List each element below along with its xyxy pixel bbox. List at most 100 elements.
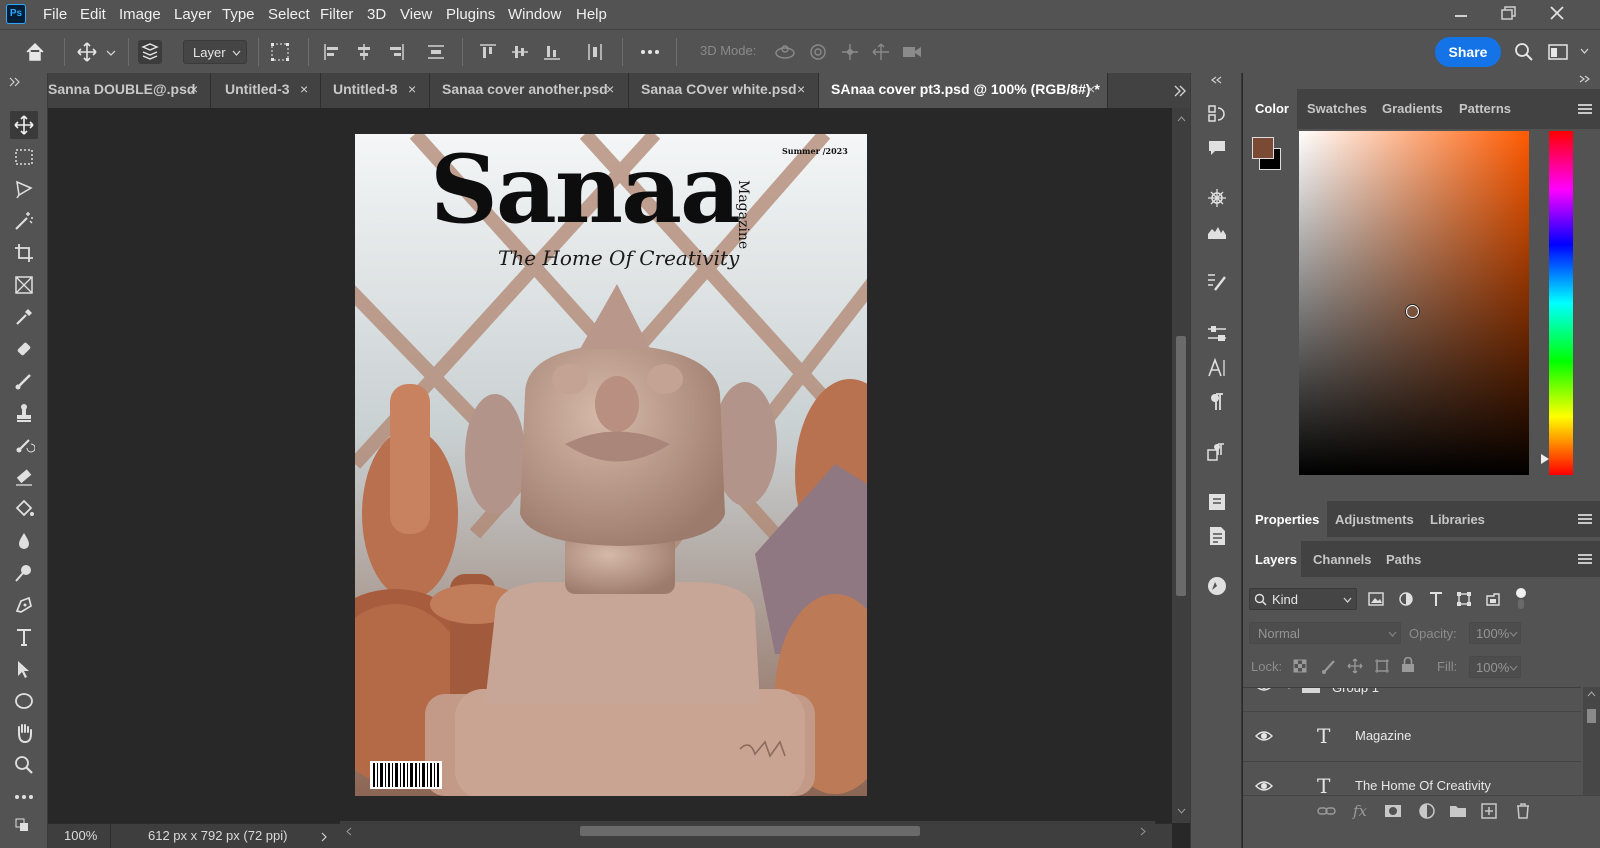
menu-select[interactable]: Select bbox=[268, 6, 310, 23]
navigator-panel-button[interactable] bbox=[1203, 573, 1231, 599]
link-layers-icon[interactable] bbox=[1317, 805, 1337, 817]
lock-transparent-icon[interactable] bbox=[1293, 659, 1307, 673]
frame-tool[interactable] bbox=[10, 271, 38, 299]
restore-button[interactable] bbox=[1484, 2, 1530, 26]
chevron-down-icon[interactable] bbox=[1285, 687, 1293, 690]
home-button[interactable] bbox=[23, 40, 47, 64]
layer-effects-icon[interactable]: fx bbox=[1353, 802, 1367, 820]
blend-mode-dropdown[interactable]: Normal bbox=[1249, 622, 1401, 644]
workspace-button[interactable] bbox=[1546, 40, 1570, 64]
move-tool[interactable] bbox=[10, 111, 38, 139]
menu-image[interactable]: Image bbox=[119, 6, 161, 23]
close-window-button[interactable] bbox=[1534, 2, 1580, 26]
lock-position-icon[interactable] bbox=[1347, 658, 1363, 674]
layer-name[interactable]: The Home Of Creativity bbox=[1355, 778, 1491, 793]
more-options-button[interactable] bbox=[638, 40, 662, 64]
menu-filter[interactable]: Filter bbox=[320, 6, 353, 23]
hue-slider-handle-icon[interactable] bbox=[1541, 454, 1549, 464]
trash-icon[interactable] bbox=[1515, 802, 1531, 820]
search-button[interactable] bbox=[1512, 40, 1536, 64]
tab-document[interactable]: Sanaa cover another.psd × bbox=[430, 73, 629, 108]
minimize-button[interactable] bbox=[1438, 2, 1484, 26]
document-canvas[interactable]: Sanaa Magazine The Home Of Creativity Su… bbox=[355, 134, 867, 796]
color-picker-field[interactable] bbox=[1299, 131, 1529, 475]
tab-close-icon[interactable]: × bbox=[1087, 81, 1095, 97]
panel-menu-icon[interactable] bbox=[1578, 104, 1592, 114]
lock-artboard-icon[interactable] bbox=[1374, 658, 1390, 674]
adjustment-layer-icon[interactable] bbox=[1418, 802, 1436, 820]
fill-input[interactable]: 100% bbox=[1469, 656, 1521, 678]
3d-camera-button[interactable] bbox=[900, 40, 924, 64]
color-swatches-tool[interactable] bbox=[10, 816, 38, 838]
scroll-right-icon[interactable] bbox=[1140, 827, 1146, 836]
3d-slide-button[interactable] bbox=[869, 40, 893, 64]
zoom-tool[interactable] bbox=[10, 751, 38, 779]
layer-filter-dropdown[interactable]: Kind bbox=[1249, 588, 1357, 610]
menu-3d[interactable]: 3D bbox=[367, 6, 386, 23]
layer-row[interactable]: T The Home Of Creativity bbox=[1243, 762, 1581, 795]
paragraph-panel-button[interactable] bbox=[1203, 389, 1231, 415]
align-left-button[interactable] bbox=[320, 40, 344, 64]
layers-scrollbar[interactable] bbox=[1583, 687, 1600, 795]
menu-view[interactable]: View bbox=[400, 6, 432, 23]
collapse-icon[interactable] bbox=[1211, 76, 1223, 84]
tab-close-icon[interactable]: × bbox=[408, 81, 416, 97]
menu-help[interactable]: Help bbox=[576, 6, 607, 23]
layer-row[interactable]: T Magazine bbox=[1243, 712, 1581, 762]
lock-all-icon[interactable] bbox=[1401, 657, 1415, 673]
layer-name[interactable]: Magazine bbox=[1355, 728, 1411, 743]
eyedropper-tool[interactable] bbox=[10, 303, 38, 331]
paragraph-styles-button[interactable] bbox=[1203, 439, 1231, 465]
pen-tool[interactable] bbox=[10, 591, 38, 619]
crop-tool[interactable] bbox=[10, 239, 38, 267]
zoom-level[interactable]: 100% bbox=[64, 828, 97, 843]
tool-presets-button[interactable] bbox=[1203, 321, 1231, 347]
filter-toggle-icon[interactable] bbox=[1515, 587, 1527, 611]
transform-controls-toggle[interactable] bbox=[268, 40, 292, 64]
tab-document[interactable]: Untitled-3 × bbox=[211, 73, 321, 108]
auto-select-toggle[interactable] bbox=[138, 40, 162, 64]
smart-object-filter-icon[interactable] bbox=[1485, 591, 1501, 607]
tab-document-active[interactable]: SAnaa cover pt3.psd @ 100% (RGB/8#) * × bbox=[819, 73, 1108, 108]
path-selection-tool[interactable] bbox=[10, 655, 38, 683]
align-center-h-button[interactable] bbox=[352, 40, 376, 64]
auto-select-dropdown[interactable]: Layer bbox=[183, 40, 247, 64]
tab-close-icon[interactable]: × bbox=[190, 81, 198, 97]
align-bottom-button[interactable] bbox=[540, 40, 564, 64]
tab-document[interactable]: Sanaa COver white.psd × bbox=[629, 73, 819, 108]
eraser-tool[interactable] bbox=[10, 463, 38, 491]
hue-slider[interactable] bbox=[1541, 131, 1573, 475]
3d-roll-button[interactable] bbox=[806, 40, 830, 64]
type-layer-filter-icon[interactable] bbox=[1428, 591, 1444, 607]
adjustment-layer-filter-icon[interactable] bbox=[1398, 591, 1414, 607]
histogram-panel-button[interactable] bbox=[1203, 219, 1231, 245]
move-tool-options[interactable] bbox=[75, 40, 99, 64]
tab-close-icon[interactable]: × bbox=[300, 81, 308, 97]
visibility-eye-icon[interactable] bbox=[1255, 779, 1273, 793]
3d-pan-button[interactable] bbox=[838, 40, 862, 64]
scroll-left-icon[interactable] bbox=[346, 827, 352, 836]
menu-layer[interactable]: Layer bbox=[174, 6, 212, 23]
history-brush-tool[interactable] bbox=[10, 431, 38, 459]
libraries-panel-button[interactable] bbox=[1203, 489, 1231, 515]
layer-row-group[interactable]: Group 1 bbox=[1243, 687, 1581, 712]
menu-type[interactable]: Type bbox=[222, 6, 255, 23]
menu-file[interactable]: File bbox=[43, 6, 67, 23]
tab-color[interactable]: Color bbox=[1255, 101, 1289, 116]
tab-close-icon[interactable]: × bbox=[797, 81, 805, 97]
clone-stamp-tool[interactable] bbox=[10, 399, 38, 427]
ellipse-tool[interactable] bbox=[10, 687, 38, 715]
document-info[interactable]: 612 px x 792 px (72 ppi) bbox=[148, 828, 287, 843]
new-group-icon[interactable] bbox=[1449, 804, 1467, 818]
chevron-down-icon[interactable] bbox=[106, 50, 116, 56]
tab-adjustments[interactable]: Adjustments bbox=[1335, 512, 1414, 527]
notes-panel-button[interactable] bbox=[1203, 523, 1231, 549]
tab-patterns[interactable]: Patterns bbox=[1459, 101, 1511, 116]
history-panel-button[interactable] bbox=[1203, 101, 1231, 127]
pixel-layer-filter-icon[interactable] bbox=[1368, 592, 1384, 606]
tab-document[interactable]: Sanna DOUBLE@.psd × bbox=[48, 73, 211, 108]
paint-bucket-tool[interactable] bbox=[10, 495, 38, 523]
tab-close-icon[interactable]: × bbox=[606, 81, 614, 97]
vertical-scrollbar[interactable] bbox=[1172, 108, 1190, 823]
tab-gradients[interactable]: Gradients bbox=[1382, 101, 1443, 116]
